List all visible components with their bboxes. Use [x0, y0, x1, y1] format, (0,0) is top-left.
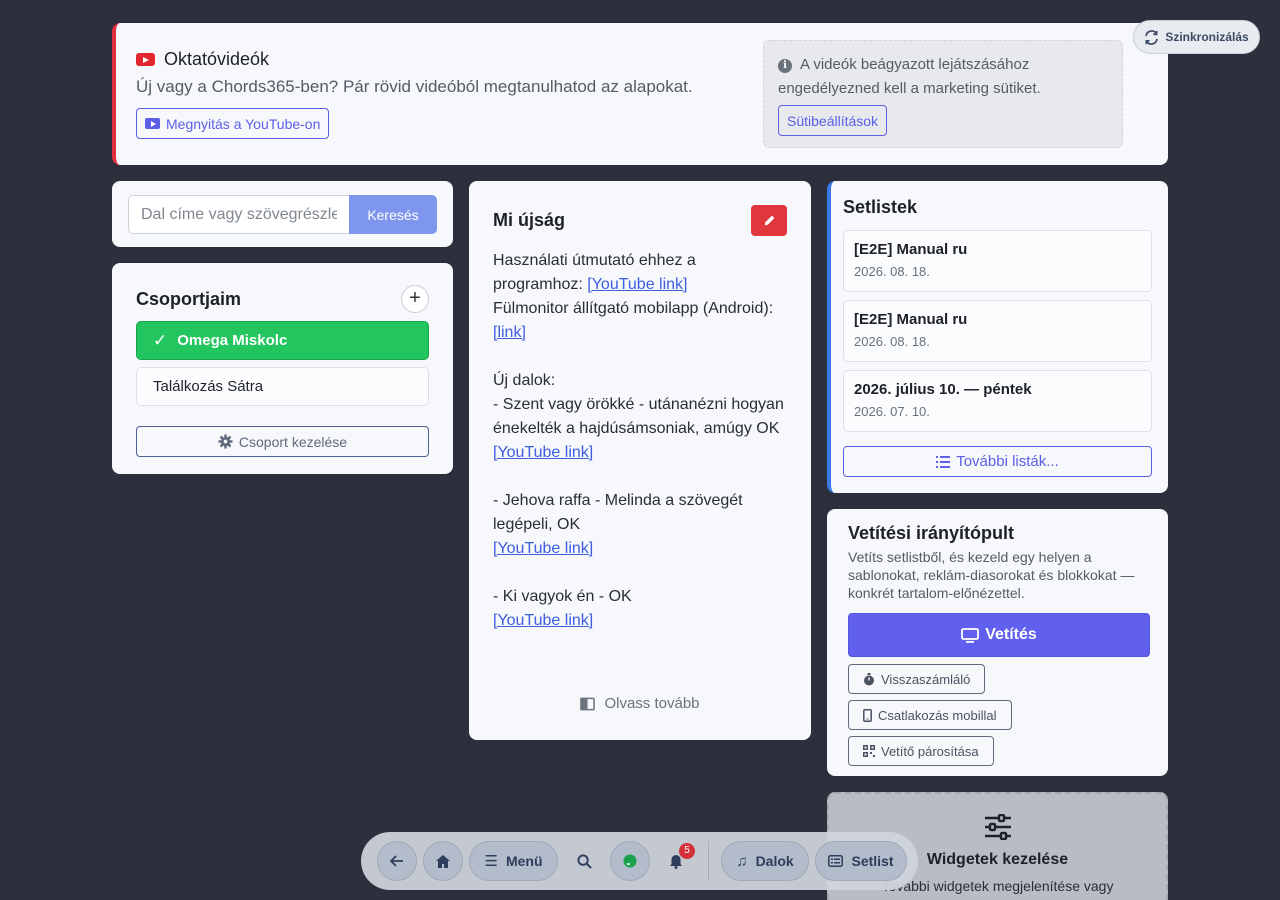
- group-label: Találkozás Sátra: [153, 378, 264, 395]
- monitor-icon: [961, 627, 980, 643]
- cookie-settings-button[interactable]: Sütibeállítások: [778, 105, 888, 136]
- gear-icon: [218, 434, 233, 449]
- notification-badge: 5: [679, 843, 695, 859]
- menu-label: Menü: [505, 853, 543, 869]
- menu-button[interactable]: ☰ Menü: [469, 841, 558, 881]
- news-body: Használati útmutató ehhez a programhoz: …: [493, 252, 784, 629]
- sliders-icon: [984, 813, 1011, 841]
- sync-icon: [1145, 29, 1159, 45]
- group-item-talalkozas-satra[interactable]: Találkozás Sátra: [136, 367, 429, 406]
- chat-icon: [623, 854, 637, 868]
- read-more-button[interactable]: Olvass tovább: [469, 695, 811, 712]
- groups-card: Csoportjaim + ✓ Omega Miskolc Találkozás…: [112, 263, 453, 474]
- search-card: Keresés: [112, 181, 453, 247]
- news-title: Mi újság: [493, 210, 566, 230]
- search-button[interactable]: Keresés: [349, 195, 437, 234]
- bottom-nav: ☰ Menü 5 ♫ Dalok Setlist: [361, 832, 918, 890]
- home-button[interactable]: [423, 841, 463, 881]
- setlist-item[interactable]: [E2E] Manual ru 2026. 08. 18.: [843, 230, 1152, 292]
- setlist-date: 2026. 07. 10.: [854, 404, 930, 419]
- back-button[interactable]: [377, 841, 417, 881]
- notifications-button[interactable]: 5: [656, 841, 696, 881]
- chat-button[interactable]: [610, 841, 650, 881]
- groups-title: Csoportjaim: [136, 288, 242, 309]
- more-setlists-label: További listák...: [956, 453, 1059, 470]
- countdown-label: Visszaszámláló: [881, 671, 971, 687]
- home-icon: [436, 854, 450, 868]
- projection-card: Vetítési irányítópult Vetíts setlistből,…: [827, 509, 1168, 776]
- youtube-icon: [136, 53, 155, 66]
- plus-icon: +: [409, 287, 421, 309]
- cookie-notice: iA videók beágyazott lejátszásához enged…: [763, 40, 1123, 148]
- qr-code-icon: [863, 745, 875, 757]
- setlists-title: Setlistek: [843, 197, 918, 217]
- sync-label: Szinkronizálás: [1165, 30, 1249, 44]
- countdown-button[interactable]: Visszaszámláló: [848, 664, 986, 694]
- news-youtube-link[interactable]: [YouTube link]: [493, 444, 593, 461]
- read-more-label: Olvass tovább: [604, 695, 700, 712]
- open-youtube-button[interactable]: Megnyitás a YouTube-on: [136, 108, 330, 139]
- projection-title: Vetítési irányítópult: [848, 523, 1015, 543]
- setlists-card: Setlistek [E2E] Manual ru 2026. 08. 18. …: [827, 181, 1168, 493]
- group-label: Omega Miskolc: [177, 332, 288, 349]
- songs-label: Dalok: [755, 853, 794, 869]
- arrow-left-icon: [390, 855, 403, 867]
- projector-pairing-label: Vetítő párosítása: [881, 743, 979, 759]
- connect-mobile-button[interactable]: Csatlakozás mobillal: [848, 700, 1012, 730]
- check-icon: ✓: [153, 330, 168, 350]
- open-youtube-label: Megnyitás a YouTube-on: [166, 115, 321, 132]
- setlist-item[interactable]: 2026. július 10. — péntek 2026. 07. 10.: [843, 370, 1152, 432]
- nav-divider: [708, 841, 709, 881]
- pencil-icon: [764, 215, 774, 226]
- tutorial-banner: Oktatóvideók Új vagy a Chords365-ben? Pá…: [112, 23, 1168, 165]
- list-icon: [936, 455, 951, 468]
- projection-description: Vetíts setlistből, és kezeld egy helyen …: [848, 549, 1135, 601]
- news-youtube-link[interactable]: [YouTube link]: [587, 276, 687, 293]
- music-note-icon: ♫: [736, 852, 748, 870]
- setlist-item[interactable]: [E2E] Manual ru 2026. 08. 18.: [843, 300, 1152, 362]
- setlist-date: 2026. 08. 18.: [854, 264, 930, 279]
- connect-mobile-label: Csatlakozás mobillal: [878, 707, 997, 723]
- songs-button[interactable]: ♫ Dalok: [721, 841, 809, 881]
- hamburger-icon: ☰: [484, 853, 498, 870]
- setlist-title: [E2E] Manual ru: [854, 311, 968, 328]
- youtube-icon: [145, 118, 160, 129]
- stopwatch-icon: [864, 672, 874, 685]
- manage-group-label: Csoport kezelése: [238, 433, 348, 450]
- mobile-icon: [863, 708, 872, 722]
- tutorial-title: Oktatóvideók: [164, 49, 270, 69]
- setlist-icon: [828, 855, 844, 867]
- setlist-date: 2026. 08. 18.: [854, 334, 930, 349]
- manage-group-button[interactable]: Csoport kezelése: [136, 426, 429, 457]
- project-button[interactable]: Vetítés: [848, 613, 1150, 657]
- news-app-link[interactable]: [link]: [493, 324, 526, 341]
- add-group-button[interactable]: +: [401, 285, 429, 313]
- search-icon: [576, 853, 592, 869]
- setlist-title: [E2E] Manual ru: [854, 241, 968, 258]
- setlist-button[interactable]: Setlist: [815, 841, 907, 881]
- info-icon: i: [778, 59, 792, 73]
- project-label: Vetítés: [985, 626, 1037, 643]
- more-setlists-button[interactable]: További listák...: [843, 446, 1152, 477]
- edit-news-button[interactable]: [751, 205, 787, 236]
- setlist-label: Setlist: [851, 853, 894, 869]
- book-icon: [580, 697, 596, 710]
- news-card: Mi újság Használati útmutató ehhez a pro…: [469, 181, 811, 740]
- search-button-nav[interactable]: [564, 841, 604, 881]
- sync-button[interactable]: Szinkronizálás: [1133, 20, 1260, 54]
- news-youtube-link[interactable]: [YouTube link]: [493, 540, 593, 557]
- song-search-input[interactable]: [128, 195, 349, 234]
- group-item-omega-miskolc[interactable]: ✓ Omega Miskolc: [136, 321, 429, 360]
- cookie-notice-text: A videók beágyazott lejátszásához engedé…: [778, 56, 1041, 97]
- projector-pairing-button[interactable]: Vetítő párosítása: [848, 736, 994, 766]
- setlist-title: 2026. július 10. — péntek: [854, 381, 1032, 398]
- news-youtube-link[interactable]: [YouTube link]: [493, 612, 593, 629]
